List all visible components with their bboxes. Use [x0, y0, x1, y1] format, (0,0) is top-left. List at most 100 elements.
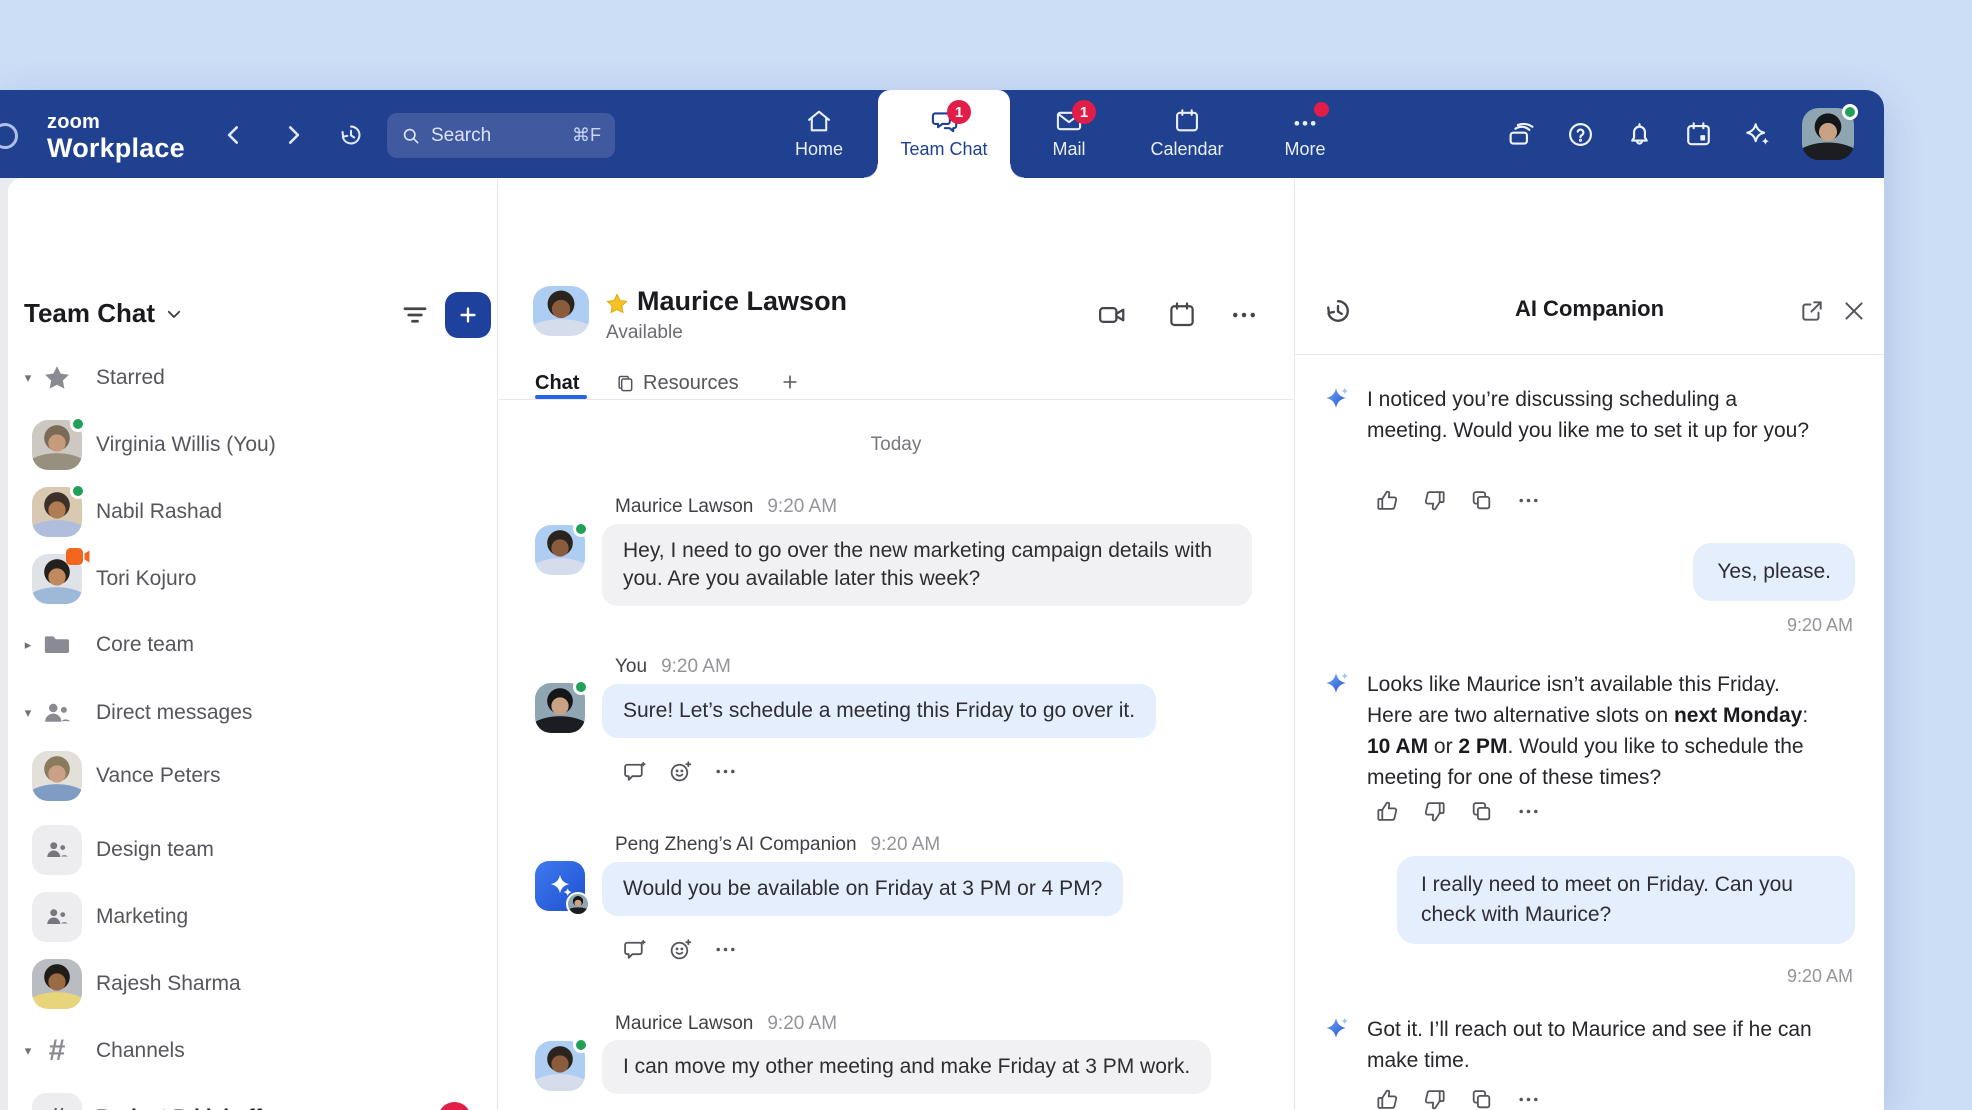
- avatar: [535, 525, 585, 575]
- sidebar-item-rajesh-sharma[interactable]: Rajesh Sharma: [8, 956, 497, 1012]
- bell-icon: [1625, 120, 1654, 149]
- ellipsis-icon: [1516, 488, 1541, 513]
- sidebar-item-design-team[interactable]: Design team: [8, 822, 497, 878]
- sidebar-section-starred[interactable]: ▾ Starred: [8, 350, 497, 406]
- folder-icon: [42, 630, 72, 660]
- tab-chat[interactable]: Chat: [535, 372, 579, 395]
- copy-icon: [1469, 1087, 1494, 1110]
- search-input[interactable]: Search ⌘F: [387, 113, 615, 158]
- start-video-button[interactable]: [1097, 300, 1127, 330]
- message-sender: Peng Zheng’s AI Companion9:20 AM: [615, 834, 940, 856]
- sidebar-section-direct-messages[interactable]: ▾ Direct messages: [8, 685, 497, 741]
- rooms-device-button[interactable]: [1507, 120, 1536, 149]
- schedule-button[interactable]: [1684, 120, 1713, 149]
- sidebar-section-core-team[interactable]: ▸ Core team: [8, 617, 497, 673]
- new-chat-button[interactable]: [445, 292, 491, 338]
- presence-online-dot: [70, 416, 86, 432]
- tab-label: Calendar: [1150, 139, 1223, 160]
- section-label: Core team: [96, 633, 194, 657]
- history-button[interactable]: [338, 122, 364, 148]
- avatar: [535, 1041, 585, 1091]
- user-avatar[interactable]: [1802, 108, 1854, 160]
- star-icon: [42, 363, 72, 393]
- thumbs-up-icon: [1375, 1087, 1400, 1110]
- home-icon: [805, 107, 833, 135]
- ai-more-button[interactable]: [1516, 799, 1541, 824]
- chat-header-avatar: [533, 286, 589, 336]
- back-button[interactable]: [221, 122, 247, 148]
- hash-icon: #: [49, 1102, 65, 1110]
- reply-bubble-icon: [623, 759, 648, 784]
- tab-team-chat[interactable]: 1 Team Chat: [878, 90, 1010, 178]
- copy-button[interactable]: [1469, 799, 1494, 824]
- filter-button[interactable]: [400, 300, 430, 330]
- open-in-window-button[interactable]: [1799, 298, 1825, 324]
- channel-avatar: #: [32, 1093, 82, 1110]
- add-reaction-button[interactable]: [668, 759, 693, 784]
- message-more-button[interactable]: [713, 937, 738, 962]
- sidebar-title-menu[interactable]: Team Chat: [24, 298, 183, 329]
- logo-line-zoom: zoom: [47, 112, 185, 132]
- search-placeholder: Search: [431, 125, 491, 147]
- thumbs-down-button[interactable]: [1422, 799, 1447, 824]
- unread-badge: 1: [1072, 100, 1096, 124]
- tab-label: Team Chat: [900, 139, 987, 160]
- thumbs-down-button[interactable]: [1422, 488, 1447, 513]
- reply-in-thread-button[interactable]: [623, 937, 648, 962]
- message-more-button[interactable]: [713, 759, 738, 784]
- thumbs-down-button[interactable]: [1422, 1087, 1447, 1110]
- ai-sparkle-icon: [1743, 120, 1772, 149]
- sidebar-item-project-b-kickoff[interactable]: # Project B kickoff 1: [8, 1090, 497, 1110]
- help-button[interactable]: [1566, 120, 1595, 149]
- sidebar-item-virginia-willis[interactable]: Virginia Willis (You): [8, 417, 497, 473]
- sidebar-item-marketing[interactable]: Marketing: [8, 889, 497, 945]
- item-label: Tori Kojuro: [96, 567, 196, 591]
- tab-more[interactable]: More: [1246, 90, 1364, 178]
- ai-sparkle-icon: [1321, 385, 1351, 415]
- tab-mail[interactable]: 1 Mail: [1010, 90, 1128, 178]
- message-bubble: Sure! Let’s schedule a meeting this Frid…: [602, 684, 1156, 738]
- chat-more-button[interactable]: [1229, 300, 1259, 330]
- group-avatar: [32, 825, 82, 875]
- thumbs-up-button[interactable]: [1375, 799, 1400, 824]
- top-bar: zoom Workplace Search ⌘F Home: [0, 90, 1884, 178]
- resources-icon: [615, 374, 635, 394]
- copy-button[interactable]: [1469, 1087, 1494, 1110]
- zoom-workplace-logo: zoom Workplace: [47, 112, 185, 162]
- thumbs-up-icon: [1375, 488, 1400, 513]
- add-reaction-button[interactable]: [668, 937, 693, 962]
- favorite-star-icon[interactable]: [605, 292, 629, 316]
- reply-in-thread-button[interactable]: [623, 759, 648, 784]
- tab-resources[interactable]: Resources: [615, 372, 739, 395]
- add-tab-button[interactable]: [780, 372, 800, 392]
- ai-more-button[interactable]: [1516, 488, 1541, 513]
- sidebar-item-tori-kojuro[interactable]: Tori Kojuro: [8, 551, 497, 607]
- message-time: 9:20 AM: [1787, 966, 1853, 987]
- ai-companion-button[interactable]: [1743, 120, 1772, 149]
- chat-peer-name: Maurice Lawson: [637, 286, 847, 317]
- close-panel-button[interactable]: [1841, 298, 1867, 324]
- thumbs-up-button[interactable]: [1375, 488, 1400, 513]
- ai-sparkle-icon: [1321, 1015, 1351, 1045]
- message-time: 9:20 AM: [1787, 615, 1853, 636]
- sidebar-item-nabil-rashad[interactable]: Nabil Rashad: [8, 484, 497, 540]
- ai-companion-panel: AI Companion I noticed you’re discussing…: [1294, 178, 1884, 1110]
- presence-online-dot: [573, 521, 589, 537]
- collapse-triangle-icon: ▾: [20, 705, 36, 721]
- reply-bubble-icon: [623, 937, 648, 962]
- tab-home[interactable]: Home: [760, 90, 878, 178]
- copy-button[interactable]: [1469, 488, 1494, 513]
- calendar-event-icon: [1684, 120, 1713, 149]
- search-shortcut: ⌘F: [572, 125, 601, 146]
- chat-panel: Maurice Lawson Available Chat Resources: [499, 178, 1293, 1110]
- sidebar-item-vance-peters[interactable]: Vance Peters: [8, 748, 497, 804]
- notifications-button[interactable]: [1625, 120, 1654, 149]
- forward-button[interactable]: [280, 122, 306, 148]
- thumbs-up-button[interactable]: [1375, 1087, 1400, 1110]
- tab-calendar[interactable]: Calendar: [1128, 90, 1246, 178]
- sidebar-title: Team Chat: [24, 298, 155, 329]
- ai-more-button[interactable]: [1516, 1087, 1541, 1110]
- sidebar-section-channels[interactable]: ▾ # Channels: [8, 1023, 497, 1079]
- schedule-meeting-button[interactable]: [1167, 300, 1197, 330]
- item-label: Project B kickoff: [96, 1106, 262, 1110]
